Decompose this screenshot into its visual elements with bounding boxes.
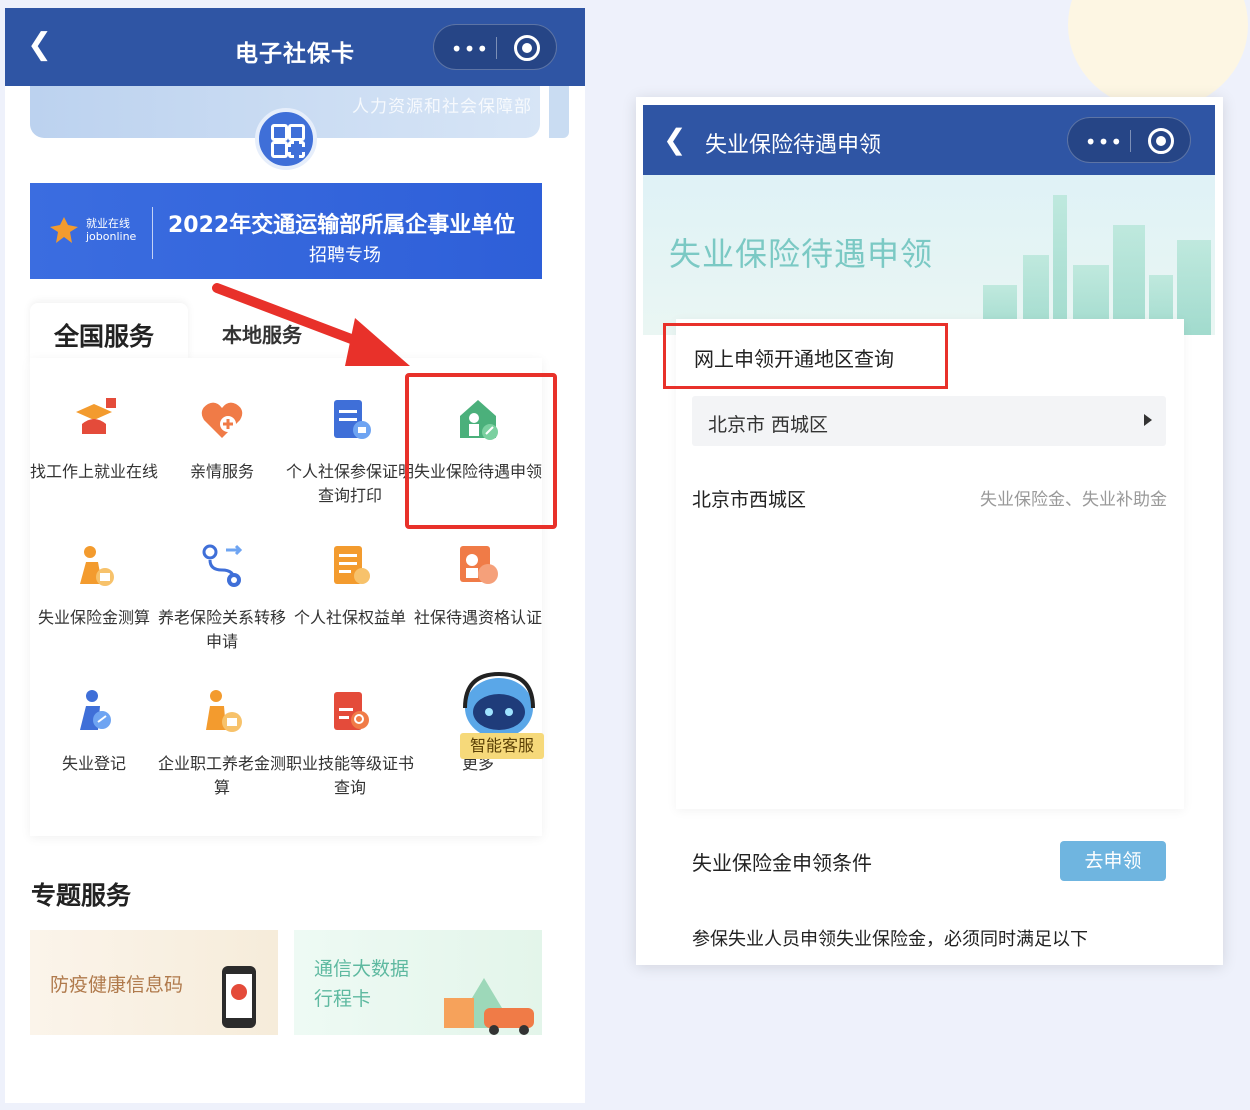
region-query-card: 网上申领开通地区查询 (676, 319, 1184, 809)
highlight-box (405, 373, 557, 529)
smart-service-tag[interactable]: 智能客服 (460, 733, 544, 759)
condition-title: 失业保险金申领条件 (692, 851, 872, 875)
phone-health-icon (222, 966, 256, 1028)
banner-logo-text: 就业在线 jobonline (86, 217, 137, 243)
region-benefits: 失业保险金、失业补助金 (980, 490, 1167, 510)
service-pension-calc[interactable]: 企业职工养老金测算 (158, 686, 286, 800)
target-circle-icon[interactable] (1148, 128, 1174, 154)
topic-travel-card[interactable]: 通信大数据 行程卡 (294, 930, 542, 1035)
section-title: 专题服务 (31, 881, 132, 910)
capsule-menu: ••• (433, 24, 557, 70)
print-certificate-icon (324, 394, 376, 446)
hero-banner: 失业保险待遇申领 (643, 175, 1215, 335)
pension-calculator-icon (196, 686, 248, 738)
red-arrow-annotation (212, 283, 410, 366)
page-title: 失业保险待遇申领 (705, 133, 882, 158)
service-qualification-auth[interactable]: 社保待遇资格认证 (414, 540, 542, 630)
caret-right-icon (1144, 414, 1152, 426)
face-verify-icon (452, 540, 504, 592)
document-edit-icon (324, 540, 376, 592)
banner-title: 2022年交通运输部所属企事业单位 (168, 213, 516, 238)
register-person-icon (68, 686, 120, 738)
left-phone-screen: ❮ 电子社保卡 ••• 人力资源和社会保障部 就业在线 jobonline 20… (5, 8, 585, 1103)
tab-national[interactable]: 全国服务 (30, 303, 188, 363)
apply-button[interactable]: 去申领 (1060, 841, 1166, 881)
capsule-menu: ••• (1067, 117, 1191, 163)
capsule-divider (1130, 130, 1131, 152)
service-unemployment-calc[interactable]: 失业保险金测算 (30, 540, 158, 630)
service-family[interactable]: 亲情服务 (158, 394, 286, 484)
service-skill-certificate[interactable]: 职业技能等级证书查询 (286, 686, 414, 800)
condition-text: 参保失业人员申领失业保险金，必须同时满足以下 (692, 929, 1088, 950)
capsule-divider (496, 37, 497, 59)
more-dots-icon[interactable]: ••• (1082, 130, 1126, 154)
job-online-icon (68, 394, 120, 446)
hero-title: 失业保险待遇申领 (669, 235, 934, 273)
topic-health-code[interactable]: 防疫健康信息码 (30, 930, 278, 1035)
service-unemployment-register[interactable]: 失业登记 (30, 686, 158, 776)
certificate-search-icon (324, 686, 376, 738)
region-name: 北京市西城区 (692, 489, 807, 511)
service-insurance-certificate[interactable]: 个人社保参保证明查询打印 (286, 394, 414, 508)
banner-subtitle: 招聘专场 (309, 245, 381, 266)
travel-scene-icon (444, 978, 534, 1035)
nav-bar: ❮ 失业保险待遇申领 ••• (643, 105, 1215, 175)
service-pension-transfer[interactable]: 养老保险关系转移申请 (158, 540, 286, 654)
right-phone-screen: ❮ 失业保险待遇申领 ••• 失业保险待遇申领 网上申领开通地区查询 北京市 西… (636, 97, 1223, 965)
qr-code-icon[interactable] (255, 108, 317, 170)
decorative-circle (1068, 0, 1248, 110)
region-select[interactable]: 北京市 西城区 (692, 396, 1166, 446)
calculator-person-icon (68, 540, 120, 592)
service-job-online[interactable]: 找工作上就业在线 (30, 394, 158, 484)
more-dots-icon[interactable]: ••• (448, 37, 492, 61)
target-circle-icon[interactable] (514, 35, 540, 61)
highlight-box (663, 323, 948, 389)
recruitment-banner[interactable]: 就业在线 jobonline 2022年交通运输部所属企事业单位 招聘专场 (30, 183, 542, 279)
chevron-left-icon[interactable]: ❮ (663, 123, 686, 156)
transfer-route-icon (196, 540, 248, 592)
heart-plus-icon (196, 394, 248, 446)
nav-bar: ❮ 电子社保卡 ••• (5, 8, 585, 86)
card-issuer-text: 人力资源和社会保障部 (352, 97, 532, 117)
next-card-edge (549, 86, 569, 138)
service-rights-statement[interactable]: 个人社保权益单 (286, 540, 414, 630)
